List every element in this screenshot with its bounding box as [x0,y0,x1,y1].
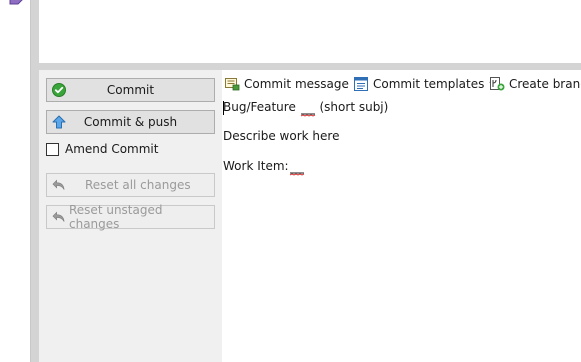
reset-unstaged-changes-button[interactable]: Reset unstaged changes [46,203,215,231]
commit-templates-dropdown[interactable]: Commit templates ▼ [354,77,496,91]
message-toolbar: Commit message ▼ Commit templates ▼ Crea… [222,70,581,98]
up-arrow-icon [52,115,66,129]
message-line-body: Describe work here [223,129,340,143]
commit-sidebar: Commit Commit & push Amend Commit Reset … [39,70,222,362]
reset-all-changes-button[interactable]: Reset all changes [46,173,215,197]
commit-templates-label: Commit templates [373,77,485,91]
amend-commit-label: Amend Commit [65,142,159,156]
commit-message-dropdown[interactable]: Commit message ▼ [225,77,360,91]
left-strip [0,0,31,362]
commit-button-label: Commit [106,83,155,97]
spellcheck-underline [300,113,315,117]
template-icon [354,77,368,91]
amend-commit-option[interactable]: Amend Commit [46,142,158,156]
reset-all-changes-label: Reset all changes [85,178,191,192]
staged-files-pane [39,0,581,63]
reset-unstaged-changes-label: Reset unstaged changes [69,203,163,231]
branch-icon [490,77,505,91]
create-branch-button[interactable]: Create branch [490,77,581,91]
undo-icon [52,179,65,190]
checkmark-icon [52,83,66,97]
horizontal-splitter[interactable] [39,63,581,70]
work-item-label: Work Item: [223,159,289,173]
commit-message-editor[interactable]: Bug/Feature (short subj) Describe work h… [222,98,581,362]
undo-icon [52,211,65,222]
message-line-subject: Bug/Feature (short subj) [223,100,388,117]
subject-suffix: (short subj) [319,100,389,114]
message-line-work-item: Work Item: [223,159,305,176]
spellcheck-underline [289,172,304,176]
create-branch-label: Create branch [509,77,581,91]
amend-commit-checkbox[interactable] [46,142,59,156]
commit-button[interactable]: Commit [46,78,215,102]
commit-message-label: Commit message [244,77,349,91]
commit-push-button[interactable]: Commit & push [46,110,215,134]
commit-push-button-label: Commit & push [83,115,178,129]
tag-icon [9,0,23,5]
message-icon [225,78,240,91]
subject-prefix: Bug/Feature [223,100,296,114]
vertical-splitter[interactable] [31,0,39,362]
